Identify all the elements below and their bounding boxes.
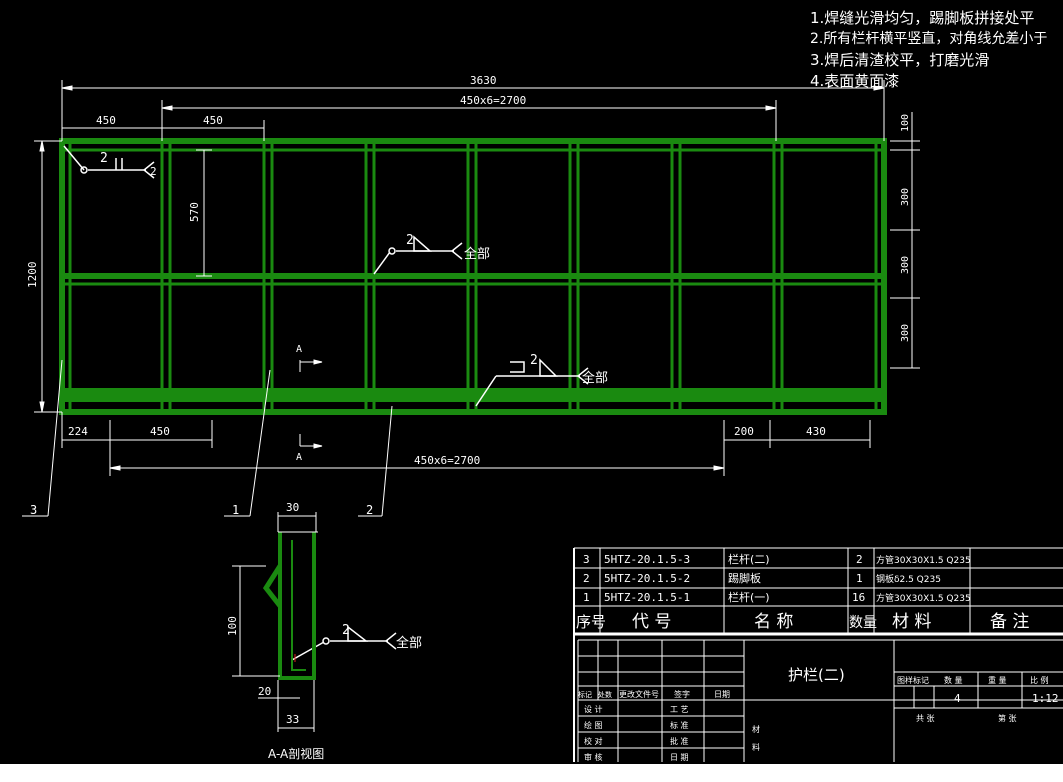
dim-left-450-b: 450 — [203, 114, 223, 127]
section-view — [232, 512, 318, 732]
bom-row3-material: 方管30X30X1.5 Q235 — [876, 554, 971, 566]
part-callouts — [22, 359, 393, 517]
dim-right-300-a: 300 — [900, 188, 911, 206]
bom-row2-name: 踢脚板 — [728, 571, 761, 585]
bom-header-code: 代 号 — [632, 612, 671, 632]
dim-bottom-430: 430 — [806, 425, 826, 438]
title-block — [577, 639, 1063, 762]
dim-left-450-a: 450 — [96, 114, 116, 127]
bom-header-qty: 数量 — [849, 615, 877, 631]
dim-spacing-top: 450x6=2700 — [460, 94, 526, 107]
callout-1: 1 — [232, 503, 239, 517]
weld-label-2: 全部 — [464, 246, 490, 262]
cad-drawing: 3630 450x6=2700 450 450 1200 570 100 300… — [22, 74, 1063, 762]
tb-qty-value: 4 — [954, 692, 961, 705]
dim-spacing-bottom: 450x6=2700 — [414, 454, 480, 467]
railing-frame — [59, 138, 887, 415]
weld-size-3: 2 — [530, 353, 538, 368]
bom-row2-material: 钢板δ2.5 Q235 — [876, 573, 941, 585]
dim-bottom-450: 450 — [150, 425, 170, 438]
note-line-3: 3.焊后清渣校平，打磨光滑 — [810, 51, 990, 69]
tb-qty-label: 数 量 — [944, 675, 963, 685]
note-line-2: 2.所有栏杆横平竖直，对角线允差小于 — [810, 31, 1048, 47]
tb-approve: 批 准 — [670, 736, 689, 746]
tb-mark-label: 标记 — [578, 690, 592, 699]
bom-row2-code: 5HTZ-20.1.5-2 — [604, 572, 690, 585]
tb-count-label: 处数 — [598, 690, 612, 699]
tb-standard: 标 准 — [670, 720, 689, 730]
dim-bottom-224: 224 — [68, 425, 88, 438]
top-dimensions — [61, 80, 885, 141]
bom-header-remark: 备 注 — [990, 612, 1029, 632]
weld-label-4: 全部 — [396, 635, 422, 651]
tb-vertical-a: 材 — [752, 724, 760, 734]
tb-sign-label: 签字 — [674, 689, 690, 699]
bom-row1-code: 5HTZ-20.1.5-1 — [604, 591, 690, 604]
weld-size-1b: 2 — [150, 165, 157, 178]
section-dim-33: 33 — [286, 713, 299, 726]
dim-height-1200: 1200 — [26, 262, 39, 289]
tb-design: 设 计 — [584, 704, 603, 714]
dim-bottom-200: 200 — [734, 425, 754, 438]
bom-row3-code: 5HTZ-20.1.5-3 — [604, 553, 690, 566]
kickplate — [62, 388, 884, 402]
tb-doc-label: 更改文件号 — [619, 689, 659, 699]
bom-row1-no: 1 — [583, 591, 590, 604]
bom-row2-qty: 1 — [856, 572, 863, 585]
section-dim-100: 100 — [226, 616, 239, 636]
tb-review: 审 核 — [584, 752, 603, 762]
section-dim-20: 20 — [258, 685, 271, 698]
tb-sheet-no: 第 张 — [998, 713, 1017, 723]
bottom-status-strip — [0, 764, 1063, 782]
dim-overall-width: 3630 — [470, 74, 497, 87]
tb-check: 校 对 — [584, 736, 603, 746]
bom-row3-no: 3 — [583, 553, 590, 566]
dim-right-300-c: 300 — [900, 324, 911, 342]
callout-2: 2 — [366, 503, 373, 517]
section-mark-top: A — [296, 344, 302, 355]
tb-stage-mark: 图样标记 — [897, 675, 929, 685]
tb-drawing: 绘 图 — [584, 720, 603, 730]
bom-header-material: 材 料 — [892, 612, 931, 632]
note-line-4: 4.表面黄面漆 — [810, 72, 900, 90]
bom-row3-name: 栏杆(二) — [728, 552, 770, 566]
tb-date2: 日 期 — [670, 753, 689, 762]
weld-size-1: 2 — [100, 151, 108, 166]
bom-row2-no: 2 — [583, 572, 590, 585]
section-marks — [299, 359, 323, 449]
bom-header-name: 名 称 — [754, 612, 793, 632]
tb-scale-value: 1:12 — [1032, 692, 1059, 705]
dim-right-300-b: 300 — [900, 256, 911, 274]
bom-row3-qty: 2 — [856, 553, 863, 566]
bom-row1-qty: 16 — [852, 591, 865, 604]
section-dim-30: 30 — [286, 501, 299, 514]
dim-height-570: 570 — [188, 202, 201, 222]
bom-header-no: 序号 — [576, 613, 606, 631]
dim-right-100: 100 — [900, 114, 911, 132]
weld-size-2: 2 — [406, 233, 414, 248]
drawing-name: 护栏(二) — [788, 666, 845, 684]
bom-row1-material: 方管30X30X1.5 Q235 — [876, 592, 971, 604]
tb-sheet-total: 共 张 — [916, 714, 935, 723]
tb-vertical-b: 料 — [752, 742, 760, 752]
callout-3: 3 — [30, 503, 37, 517]
section-mark-bottom: A — [296, 452, 302, 463]
tb-scale-label: 比 例 — [1030, 675, 1049, 685]
weld-size-4: 2 — [342, 623, 350, 638]
note-line-1: 1.焊缝光滑均匀，踢脚板拼接处平 — [810, 9, 1035, 27]
weld-symbols — [63, 145, 589, 661]
bom-row1-name: 栏杆(一) — [728, 590, 770, 604]
tb-weight-label: 重 量 — [988, 675, 1007, 685]
tb-process: 工 艺 — [670, 705, 689, 714]
tb-date-label: 日期 — [714, 690, 730, 699]
section-caption: A-A剖视图 — [268, 746, 324, 761]
weld-label-3: 全部 — [582, 370, 608, 386]
